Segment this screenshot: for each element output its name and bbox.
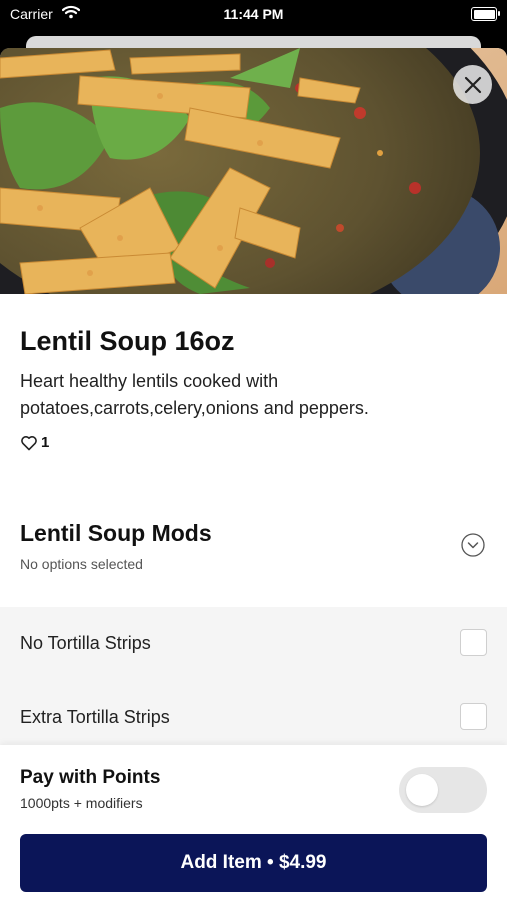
checkout-panel: Pay with Points 1000pts + modifiers Add …	[0, 745, 507, 900]
points-subtitle: 1000pts + modifiers	[20, 795, 143, 811]
option-checkbox[interactable]	[460, 703, 487, 730]
item-detail-sheet: Lentil Soup 16oz Heart healthy lentils c…	[0, 48, 507, 900]
status-time: 11:44 PM	[223, 6, 284, 22]
toggle-knob	[406, 774, 438, 806]
option-label: Extra Tortilla Strips	[20, 707, 170, 727]
like-button[interactable]: 1	[20, 434, 49, 451]
mods-title: Lentil Soup Mods	[20, 520, 212, 546]
item-title: Lentil Soup 16oz	[20, 326, 235, 356]
close-icon	[464, 76, 481, 93]
item-photo	[0, 48, 507, 294]
item-description: Heart healthy lentils cooked with potato…	[20, 371, 369, 418]
pay-with-points-toggle[interactable]	[399, 767, 487, 813]
battery-icon	[471, 7, 500, 21]
close-button[interactable]	[453, 65, 492, 104]
option-row[interactable]: No Tortilla Strips	[0, 607, 507, 681]
like-count: 1	[41, 434, 50, 451]
chevron-down-circle-icon	[461, 533, 485, 557]
mods-subtitle: No options selected	[20, 556, 143, 572]
option-label: No Tortilla Strips	[20, 633, 151, 653]
mods-options-list: No Tortilla Strips Extra Tortilla Strips	[0, 607, 507, 745]
points-title: Pay with Points	[20, 767, 161, 788]
status-bar: Carrier 11:44 PM	[0, 0, 507, 30]
heart-icon	[21, 435, 37, 450]
mods-section-header[interactable]: Lentil Soup Mods No options selected	[0, 508, 507, 608]
option-checkbox[interactable]	[460, 629, 487, 656]
add-item-button[interactable]: Add Item • $4.99	[20, 834, 487, 892]
option-row[interactable]: Extra Tortilla Strips	[0, 681, 507, 755]
